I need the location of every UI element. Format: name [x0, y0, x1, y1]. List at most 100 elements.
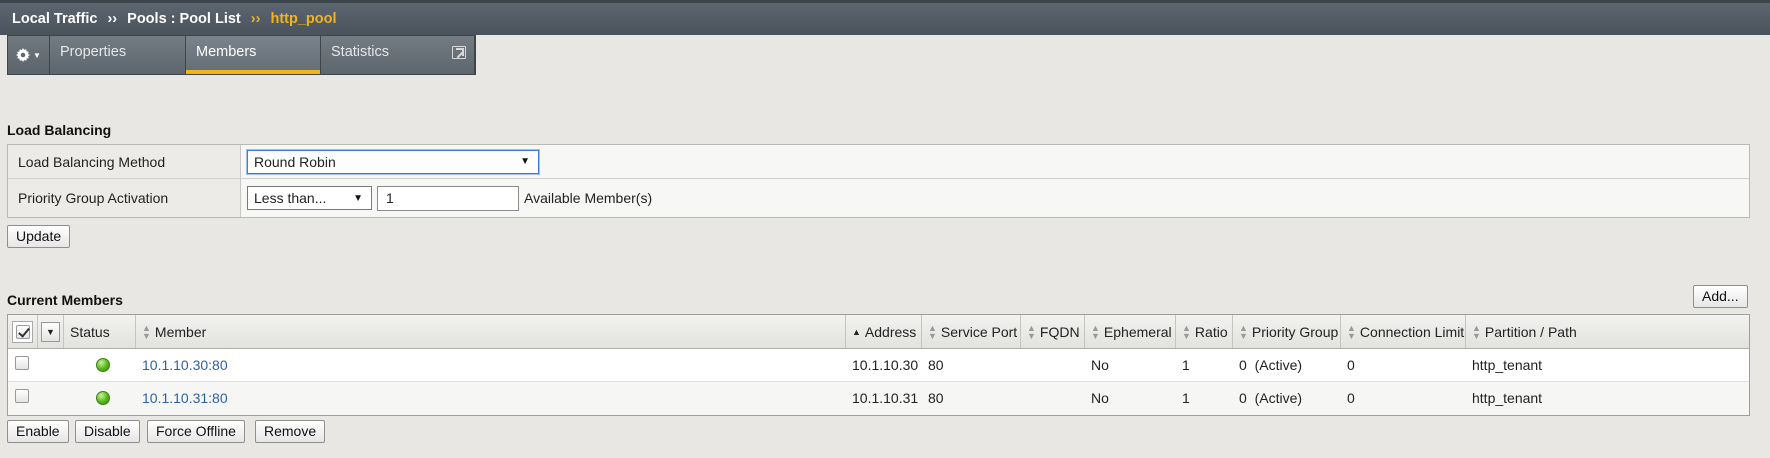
- row-ratio: 1: [1182, 357, 1190, 373]
- row-connection-limit: 0: [1347, 357, 1355, 373]
- tab-members[interactable]: Members: [186, 36, 321, 74]
- sort-icon: ▲ ▼: [142, 322, 151, 341]
- col-ephemeral[interactable]: ▲ ▼ Ephemeral: [1085, 315, 1176, 348]
- sort-icon: ▲ ▼: [1239, 322, 1248, 341]
- available-members-label: Available Member(s): [524, 190, 653, 206]
- col-ratio[interactable]: ▲ ▼ Ratio: [1176, 315, 1233, 348]
- priority-count-input[interactable]: 1: [377, 185, 519, 211]
- row-partition: http_tenant: [1472, 390, 1543, 406]
- row-connection-limit: 0: [1347, 390, 1355, 406]
- member-link[interactable]: 10.1.10.31:80: [142, 390, 228, 406]
- sort-icon: ▲ ▼: [1182, 322, 1191, 341]
- row-priority-group: 0 (Active): [1239, 390, 1303, 406]
- row-checkbox-cell: [8, 382, 38, 415]
- breadcrumb-separator: ››: [107, 11, 118, 27]
- lb-method-select[interactable]: Round Robin ▼: [247, 149, 539, 174]
- row-spacer: [38, 349, 64, 381]
- col-connection-limit-label: Connection Limit: [1359, 323, 1465, 340]
- col-address[interactable]: ▲ Address: [846, 315, 922, 348]
- sort-icon: ▲ ▼: [1347, 322, 1356, 341]
- load-balancing-title: Load Balancing: [7, 122, 112, 138]
- col-fqdn[interactable]: ▲ ▼ FQDN: [1021, 315, 1085, 348]
- col-priority-group-label: Priority Group: [1251, 323, 1339, 340]
- col-member[interactable]: ▲ ▼ Member: [136, 315, 846, 348]
- col-address-label: Address: [864, 323, 917, 340]
- priority-group-select[interactable]: Less than... ▼: [247, 186, 372, 210]
- member-link[interactable]: 10.1.10.30:80: [142, 357, 228, 373]
- col-service-port-label: Service Port: [940, 323, 1018, 340]
- row-ephemeral: No: [1091, 390, 1109, 406]
- row-fqdn: [1021, 382, 1085, 415]
- select-all-checkbox[interactable]: [12, 320, 33, 343]
- tab-statistics-label: Statistics: [331, 44, 390, 60]
- row-status: [64, 349, 136, 381]
- row-partition: http_tenant: [1472, 357, 1543, 373]
- breadcrumb-current: http_pool: [270, 11, 337, 27]
- sort-icon: ▲ ▼: [1027, 322, 1036, 341]
- col-service-port[interactable]: ▲ ▼ Service Port: [922, 315, 1021, 348]
- row-port: 80: [928, 390, 944, 406]
- col-partition-path[interactable]: ▲ ▼ Partition / Path: [1466, 315, 1583, 348]
- col-status[interactable]: Status: [64, 315, 136, 348]
- sort-ascending-icon: ▲: [852, 326, 861, 337]
- popout-icon[interactable]: [452, 46, 466, 59]
- col-ratio-label: Ratio: [1194, 323, 1228, 340]
- row-checkbox[interactable]: [15, 356, 29, 370]
- col-fqdn-label: FQDN: [1039, 323, 1080, 340]
- tab-properties[interactable]: Properties: [50, 36, 186, 74]
- row-checkbox-cell: [8, 349, 38, 381]
- priority-group-row: Priority Group Activation Less than... ▼…: [8, 179, 1749, 217]
- row-member: 10.1.10.30:80: [136, 349, 846, 381]
- priority-group-label: Priority Group Activation: [8, 179, 241, 217]
- lb-method-label: Load Balancing Method: [8, 145, 241, 178]
- row-priority-group: 0 (Active): [1239, 357, 1303, 373]
- current-members-title: Current Members: [7, 292, 123, 308]
- row-ephemeral: No: [1091, 357, 1109, 373]
- members-table-header: ▼ Status ▲ ▼ Member ▲ Address ▲ ▼ Service Por…: [8, 315, 1749, 349]
- status-available-icon: [96, 358, 110, 372]
- chevron-down-icon: ▼: [33, 50, 41, 60]
- priority-group-value: Less than... ▼ 1 Available Member(s): [241, 179, 1749, 217]
- row-member: 10.1.10.31:80: [136, 382, 846, 415]
- add-member-button[interactable]: Add...: [1693, 285, 1748, 308]
- tab-statistics[interactable]: Statistics: [321, 36, 475, 74]
- sort-icon: ▲ ▼: [928, 322, 937, 341]
- row-checkbox[interactable]: [15, 389, 29, 403]
- force-offline-button[interactable]: Force Offline: [147, 420, 245, 443]
- breadcrumb-pool-list[interactable]: Pools : Pool List: [127, 11, 241, 27]
- select-menu-dropdown[interactable]: ▼: [41, 321, 60, 342]
- breadcrumb-local-traffic[interactable]: Local Traffic: [12, 11, 97, 27]
- select-all-cell: [8, 315, 38, 348]
- update-button[interactable]: Update: [7, 225, 71, 248]
- row-status: [64, 382, 136, 415]
- row-address: 10.1.10.31: [852, 390, 919, 406]
- disable-button[interactable]: Disable: [75, 420, 140, 443]
- gear-icon: [16, 48, 31, 62]
- gear-menu-button[interactable]: ▼: [8, 36, 50, 74]
- row-fqdn: [1021, 349, 1085, 381]
- breadcrumb-separator: ››: [250, 11, 261, 27]
- col-connection-limit[interactable]: ▲ ▼ Connection Limit: [1341, 315, 1466, 348]
- lb-method-row: Load Balancing Method Round Robin ▼: [8, 145, 1749, 179]
- dropdown-arrow-icon: ▼: [353, 192, 363, 204]
- priority-group-selected: Less than...: [254, 190, 327, 206]
- remove-button[interactable]: Remove: [255, 420, 326, 443]
- tab-strip: ▼ Properties Members Statistics: [7, 35, 476, 75]
- table-row: 10.1.10.30:80 10.1.10.30 80 No 1 0 (Acti…: [8, 349, 1749, 382]
- col-priority-group[interactable]: ▲ ▼ Priority Group: [1233, 315, 1341, 348]
- sort-icon: ▲ ▼: [1472, 322, 1481, 341]
- row-address: 10.1.10.30: [852, 357, 919, 373]
- chevron-down-icon: ▼: [46, 326, 55, 337]
- enable-button[interactable]: Enable: [7, 420, 69, 443]
- status-available-icon: [96, 391, 110, 405]
- col-partition-path-label: Partition / Path: [1484, 323, 1577, 340]
- row-spacer: [38, 382, 64, 415]
- row-port: 80: [928, 357, 944, 373]
- breadcrumb: Local Traffic ›› Pools : Pool List ›› ht…: [0, 0, 1770, 35]
- checkbox-checked-icon: [15, 324, 30, 339]
- members-table: ▼ Status ▲ ▼ Member ▲ Address ▲ ▼ Service Por…: [7, 314, 1750, 416]
- col-ephemeral-label: Ephemeral: [1103, 323, 1172, 340]
- select-menu-cell: ▼: [38, 315, 64, 348]
- load-balancing-table: Load Balancing Method Round Robin ▼ Prio…: [7, 144, 1750, 218]
- col-member-label: Member: [154, 323, 207, 340]
